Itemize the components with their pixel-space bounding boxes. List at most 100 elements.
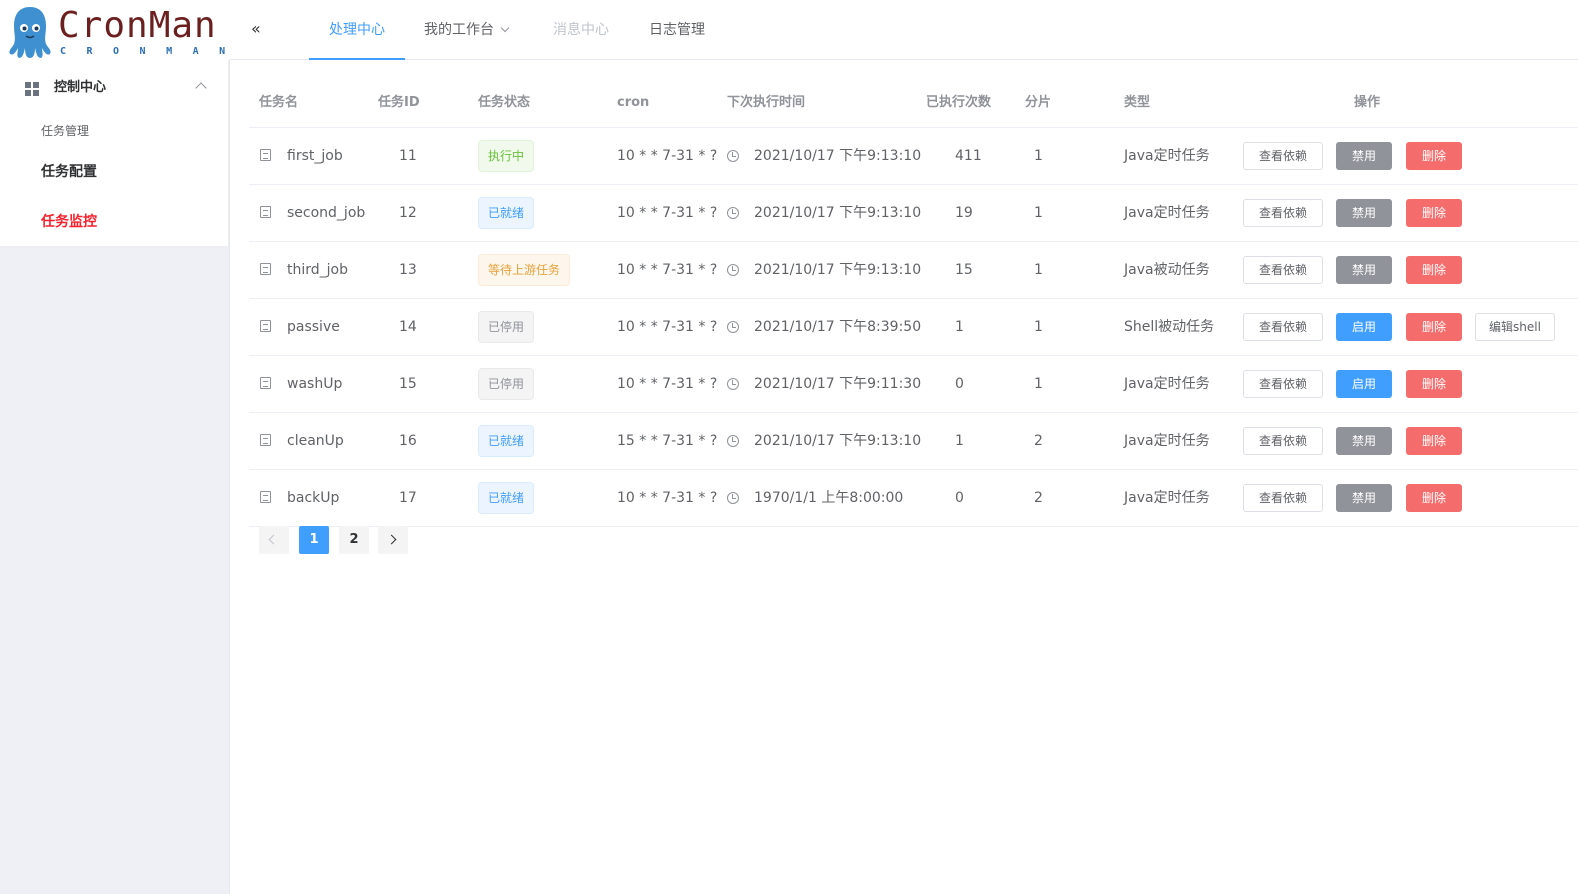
disable-button[interactable]: 禁用 (1336, 484, 1392, 512)
col-header-name: 任务名 (259, 95, 299, 110)
clock-icon (727, 150, 739, 162)
tab-message-center: 消息中心 (553, 0, 609, 60)
cron-expression: 10 * * 7-31 * ? (617, 262, 718, 278)
collapse-icon[interactable]: « (251, 20, 267, 38)
prev-page-button[interactable] (259, 526, 289, 554)
col-header-shard: 分片 (1025, 95, 1052, 110)
task-id: 15 (399, 376, 417, 392)
cron-expression: 10 * * 7-31 * ? (617, 148, 718, 164)
enable-button[interactable]: 启用 (1336, 370, 1392, 398)
chevron-up-icon[interactable] (195, 82, 207, 94)
brand-subtitle: CRONMAN (60, 46, 246, 57)
page-button-1[interactable]: 1 (299, 526, 329, 554)
clock-icon (727, 435, 739, 447)
sidebar-item-task-config[interactable]: 任务配置 (41, 162, 97, 182)
task-name: first_job (287, 148, 343, 164)
task-name: passive (287, 319, 340, 335)
next-exec-time: 2021/10/17 下午8:39:50 (754, 319, 922, 335)
col-header-next-time: 下次执行时间 (727, 95, 806, 110)
tab-label: 处理中心 (329, 22, 385, 38)
view-deps-button[interactable]: 查看依赖 (1243, 427, 1323, 455)
task-id: 17 (399, 490, 417, 506)
disable-button[interactable]: 禁用 (1336, 256, 1392, 284)
task-type: Java定时任务 (1124, 205, 1210, 221)
view-deps-button[interactable]: 查看依赖 (1243, 256, 1323, 284)
tab-my-workbench[interactable]: 我的工作台 (424, 0, 510, 60)
cron-expression: 15 * * 7-31 * ? (617, 433, 718, 449)
shard-count: 1 (1034, 376, 1043, 392)
cron-expression: 10 * * 7-31 * ? (617, 319, 718, 335)
tab-label: 日志管理 (649, 22, 705, 38)
menu-section-label: 控制中心 (54, 80, 107, 95)
disable-button[interactable]: 禁用 (1336, 142, 1392, 170)
next-page-button[interactable] (378, 526, 408, 554)
tab-processing-center[interactable]: 处理中心 (309, 0, 405, 60)
delete-button[interactable]: 删除 (1406, 313, 1462, 341)
delete-button[interactable]: 删除 (1406, 142, 1462, 170)
enable-button[interactable]: 启用 (1336, 313, 1392, 341)
document-icon (260, 434, 271, 446)
table-row: first_job 11 执行中 10 * * 7-31 * ? 2021/10/17 … (249, 128, 1578, 185)
task-name: backUp (287, 490, 340, 506)
clock-icon (727, 378, 739, 390)
delete-button[interactable]: 删除 (1406, 427, 1462, 455)
clock-icon (727, 264, 739, 276)
disable-button[interactable]: 禁用 (1336, 199, 1392, 227)
task-name: second_job (287, 205, 366, 221)
document-icon (260, 149, 271, 161)
shard-count: 1 (1034, 319, 1043, 335)
view-deps-button[interactable]: 查看依赖 (1243, 313, 1323, 341)
task-id: 11 (399, 148, 417, 164)
view-deps-button[interactable]: 查看依赖 (1243, 142, 1323, 170)
task-id: 16 (399, 433, 417, 449)
document-icon (260, 491, 271, 503)
table-row: passive 14 已停用 10 * * 7-31 * ? 2021/10/17 下午… (249, 299, 1578, 356)
delete-button[interactable]: 删除 (1406, 256, 1462, 284)
document-icon (260, 377, 271, 389)
menu-section-control-center[interactable]: 控制中心 (0, 60, 228, 116)
table-row: second_job 12 已就绪 10 * * 7-31 * ? 2021/10/17… (249, 185, 1578, 242)
task-type: Java被动任务 (1124, 262, 1210, 278)
tab-label: 消息中心 (553, 22, 609, 38)
brand-logo[interactable]: CronMan CRONMAN (0, 0, 230, 60)
task-type: Shell被动任务 (1124, 319, 1215, 335)
table-row: washUp 15 已停用 10 * * 7-31 * ? 2021/10/17 下午9… (249, 356, 1578, 413)
tab-label: 我的工作台 (424, 22, 494, 38)
status-badge: 已停用 (478, 311, 535, 343)
task-id: 14 (399, 319, 417, 335)
page-button-2[interactable]: 2 (339, 526, 369, 554)
col-header-actions: 操作 (1354, 95, 1381, 110)
next-exec-time: 1970/1/1 上午8:00:00 (754, 490, 904, 506)
view-deps-button[interactable]: 查看依赖 (1243, 199, 1323, 227)
clock-icon (727, 492, 739, 504)
tab-log-management[interactable]: 日志管理 (649, 0, 705, 60)
view-deps-button[interactable]: 查看依赖 (1243, 370, 1323, 398)
delete-button[interactable]: 删除 (1406, 484, 1462, 512)
shard-count: 1 (1034, 205, 1043, 221)
side-menu: 控制中心 任务管理 任务配置 任务监控 (0, 60, 228, 246)
task-id: 12 (399, 205, 417, 221)
shard-count: 2 (1034, 490, 1043, 506)
col-header-type: 类型 (1124, 95, 1151, 110)
shard-count: 1 (1034, 262, 1043, 278)
exec-count: 0 (955, 376, 964, 392)
table-row: backUp 17 已就绪 10 * * 7-31 * ? 1970/1/1 上午8:0… (249, 470, 1578, 527)
next-exec-time: 2021/10/17 下午9:13:10 (754, 262, 922, 278)
clock-icon (727, 207, 739, 219)
view-deps-button[interactable]: 查看依赖 (1243, 484, 1323, 512)
cron-expression: 10 * * 7-31 * ? (617, 376, 718, 392)
delete-button[interactable]: 删除 (1406, 370, 1462, 398)
shard-count: 1 (1034, 148, 1043, 164)
task-name: washUp (287, 376, 343, 392)
delete-button[interactable]: 删除 (1406, 199, 1462, 227)
exec-count: 411 (955, 148, 982, 164)
menu-group-label: 任务管理 (41, 124, 90, 138)
task-type: Java定时任务 (1124, 148, 1210, 164)
next-exec-time: 2021/10/17 下午9:13:10 (754, 148, 922, 164)
table-header: 任务名 任务ID 任务状态 cron 下次执行时间 已执行次数 分片 类型 操作 (249, 78, 1578, 128)
disable-button[interactable]: 禁用 (1336, 427, 1392, 455)
task-type: Java定时任务 (1124, 376, 1210, 392)
edit-shell-button[interactable]: 编辑shell (1475, 313, 1555, 341)
sidebar-item-task-monitor[interactable]: 任务监控 (41, 212, 97, 232)
brand-title: CronMan (58, 5, 217, 46)
